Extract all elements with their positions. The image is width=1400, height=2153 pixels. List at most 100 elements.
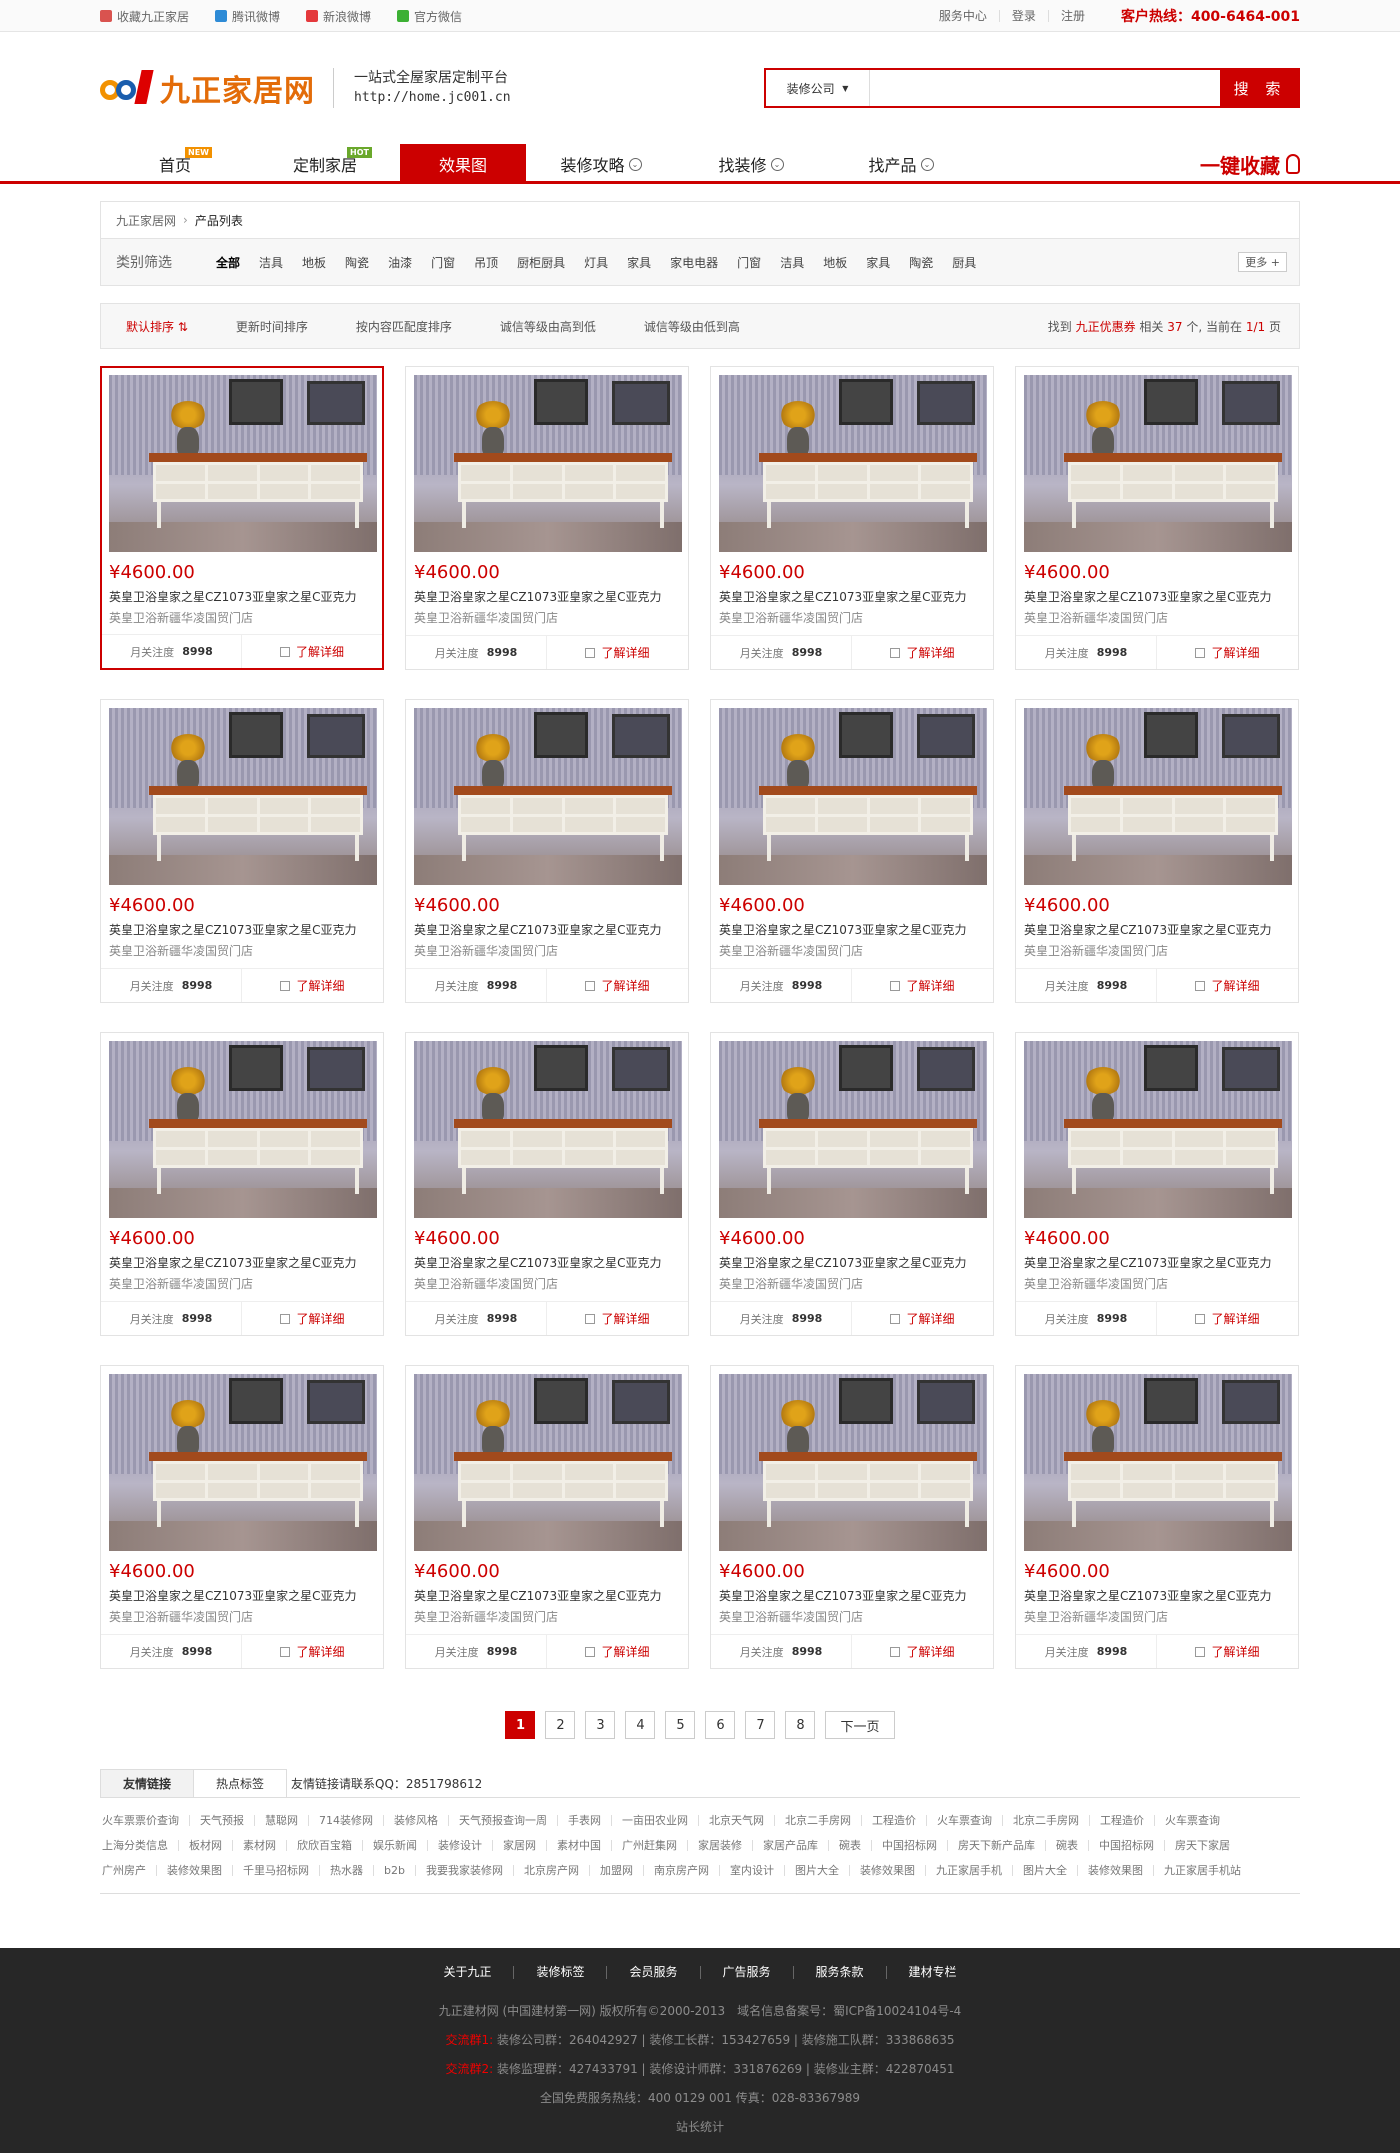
filter-item[interactable]: 门窗 bbox=[431, 254, 455, 271]
detail-button[interactable]: 了解详细 bbox=[1157, 636, 1298, 669]
product-shop[interactable]: 英皇卫浴新疆华凌国贸门店 bbox=[414, 942, 680, 959]
search-button[interactable]: 搜 索 bbox=[1220, 68, 1300, 108]
friend-link[interactable]: 慧聪网 bbox=[255, 1815, 309, 1826]
product-card[interactable]: ¥4600.00 英皇卫浴皇家之星CZ1073亚皇家之星C亚克力 英皇卫浴新疆华凌国… bbox=[100, 1032, 384, 1336]
product-name[interactable]: 英皇卫浴皇家之星CZ1073亚皇家之星C亚克力 bbox=[414, 921, 680, 938]
product-name[interactable]: 英皇卫浴皇家之星CZ1073亚皇家之星C亚克力 bbox=[719, 1587, 985, 1604]
friend-link[interactable]: 碗表 bbox=[1046, 1840, 1089, 1851]
filter-item[interactable]: 厨柜厨具 bbox=[517, 254, 565, 271]
product-name[interactable]: 英皇卫浴皇家之星CZ1073亚皇家之星C亚克力 bbox=[414, 588, 680, 605]
nav-item-3[interactable]: 装修攻略 ⌄ bbox=[526, 144, 676, 184]
register-link[interactable]: 注册 bbox=[1049, 10, 1097, 22]
detail-button[interactable]: 了解详细 bbox=[1157, 1302, 1298, 1335]
sort-option[interactable]: 默认排序 ⇅ bbox=[126, 318, 188, 335]
friend-link[interactable]: 房天下新产品库 bbox=[948, 1840, 1046, 1851]
friend-link[interactable]: 素材中国 bbox=[547, 1840, 612, 1851]
page-button[interactable]: 8 bbox=[785, 1711, 816, 1739]
product-image[interactable] bbox=[414, 708, 682, 885]
detail-button[interactable]: 了解详细 bbox=[1157, 969, 1298, 1002]
product-image[interactable] bbox=[719, 708, 987, 885]
friend-link[interactable]: 上海分类信息 bbox=[102, 1840, 179, 1851]
filter-item[interactable]: 灯具 bbox=[584, 254, 608, 271]
friend-link[interactable]: 火车票查询 bbox=[927, 1815, 1003, 1826]
product-card[interactable]: ¥4600.00 英皇卫浴皇家之星CZ1073亚皇家之星C亚克力 英皇卫浴新疆华凌国… bbox=[405, 366, 689, 670]
product-image[interactable] bbox=[1024, 708, 1292, 885]
friend-link[interactable]: 室内设计 bbox=[720, 1865, 785, 1876]
footer-nav-item[interactable]: 广告服务 bbox=[701, 1966, 794, 1979]
page-button[interactable]: 5 bbox=[665, 1711, 696, 1739]
friend-link[interactable]: 家居网 bbox=[493, 1840, 547, 1851]
filter-item[interactable]: 吊顶 bbox=[474, 254, 498, 271]
product-card[interactable]: ¥4600.00 英皇卫浴皇家之星CZ1073亚皇家之星C亚克力 英皇卫浴新疆华凌国… bbox=[1015, 1365, 1299, 1669]
top-link-1[interactable]: 腾讯微博 bbox=[215, 8, 280, 25]
page-button[interactable]: 3 bbox=[585, 1711, 616, 1739]
search-category-select[interactable]: 装修公司 ▼ bbox=[766, 70, 870, 106]
product-shop[interactable]: 英皇卫浴新疆华凌国贸门店 bbox=[719, 609, 985, 626]
detail-button[interactable]: 了解详细 bbox=[242, 635, 382, 668]
friend-link[interactable]: 北京二手房网 bbox=[775, 1815, 862, 1826]
product-card[interactable]: ¥4600.00 英皇卫浴皇家之星CZ1073亚皇家之星C亚克力 英皇卫浴新疆华凌国… bbox=[405, 1032, 689, 1336]
detail-button[interactable]: 了解详细 bbox=[852, 969, 993, 1002]
favorite-button[interactable]: 一键收藏 bbox=[1200, 150, 1300, 179]
product-name[interactable]: 英皇卫浴皇家之星CZ1073亚皇家之星C亚克力 bbox=[719, 588, 985, 605]
page-button[interactable]: 6 bbox=[705, 1711, 736, 1739]
product-shop[interactable]: 英皇卫浴新疆华凌国贸门店 bbox=[109, 1608, 375, 1625]
product-image[interactable] bbox=[719, 375, 987, 552]
product-shop[interactable]: 英皇卫浴新疆华凌国贸门店 bbox=[109, 942, 375, 959]
product-shop[interactable]: 英皇卫浴新疆华凌国贸门店 bbox=[414, 609, 680, 626]
detail-button[interactable]: 了解详细 bbox=[547, 969, 688, 1002]
filter-item[interactable]: 洁具 bbox=[780, 254, 804, 271]
link-tab[interactable]: 友情链接 bbox=[100, 1769, 195, 1797]
friend-link[interactable]: 广州赶集网 bbox=[612, 1840, 688, 1851]
friend-link[interactable]: 手表网 bbox=[558, 1815, 612, 1826]
footer-nav-item[interactable]: 建材专栏 bbox=[887, 1966, 979, 1979]
product-name[interactable]: 英皇卫浴皇家之星CZ1073亚皇家之星C亚克力 bbox=[719, 921, 985, 938]
friend-link[interactable]: b2b bbox=[374, 1865, 416, 1876]
filter-item[interactable]: 洁具 bbox=[259, 254, 283, 271]
footer-nav-item[interactable]: 服务条款 bbox=[794, 1966, 887, 1979]
page-button[interactable]: 1 bbox=[505, 1711, 536, 1739]
friend-link[interactable]: 图片大全 bbox=[1013, 1865, 1078, 1876]
friend-link[interactable]: 九正家居手机 bbox=[926, 1865, 1013, 1876]
friend-link[interactable]: 714装修网 bbox=[309, 1815, 384, 1826]
nav-item-4[interactable]: 找装修 ⌄ bbox=[676, 144, 826, 184]
next-page-button[interactable]: 下一页 bbox=[825, 1711, 895, 1739]
product-name[interactable]: 英皇卫浴皇家之星CZ1073亚皇家之星C亚克力 bbox=[1024, 588, 1290, 605]
product-card[interactable]: ¥4600.00 英皇卫浴皇家之星CZ1073亚皇家之星C亚克力 英皇卫浴新疆华凌国… bbox=[710, 699, 994, 1003]
footer-nav-item[interactable]: 关于九正 bbox=[421, 1966, 515, 1979]
friend-link[interactable]: 我要我家装修网 bbox=[416, 1865, 514, 1876]
page-button[interactable]: 2 bbox=[545, 1711, 576, 1739]
product-card[interactable]: ¥4600.00 英皇卫浴皇家之星CZ1073亚皇家之星C亚克力 英皇卫浴新疆华凌国… bbox=[710, 1032, 994, 1336]
friend-link[interactable]: 九正家居手机站 bbox=[1154, 1865, 1251, 1876]
detail-button[interactable]: 了解详细 bbox=[852, 636, 993, 669]
site-logo[interactable]: 九正家居网 bbox=[100, 66, 315, 110]
product-card[interactable]: ¥4600.00 英皇卫浴皇家之星CZ1073亚皇家之星C亚克力 英皇卫浴新疆华凌国… bbox=[100, 366, 384, 670]
login-link[interactable]: 登录 bbox=[1000, 10, 1049, 22]
friend-link[interactable]: 碗表 bbox=[829, 1840, 872, 1851]
friend-link[interactable]: 火车票查询 bbox=[1155, 1815, 1230, 1826]
product-shop[interactable]: 英皇卫浴新疆华凌国贸门店 bbox=[1024, 942, 1290, 959]
product-image[interactable] bbox=[109, 1041, 377, 1218]
friend-link[interactable]: 天气预报查询一周 bbox=[449, 1815, 558, 1826]
product-shop[interactable]: 英皇卫浴新疆华凌国贸门店 bbox=[109, 609, 375, 626]
filter-item[interactable]: 全部 bbox=[216, 254, 240, 271]
product-shop[interactable]: 英皇卫浴新疆华凌国贸门店 bbox=[719, 1608, 985, 1625]
product-card[interactable]: ¥4600.00 英皇卫浴皇家之星CZ1073亚皇家之星C亚克力 英皇卫浴新疆华凌国… bbox=[710, 366, 994, 670]
nav-item-1[interactable]: 定制家居 HOT bbox=[250, 144, 400, 184]
product-image[interactable] bbox=[414, 375, 682, 552]
friend-link[interactable]: 装修设计 bbox=[428, 1840, 493, 1851]
page-button[interactable]: 4 bbox=[625, 1711, 656, 1739]
breadcrumb-home[interactable]: 九正家居网 bbox=[116, 212, 176, 229]
detail-button[interactable]: 了解详细 bbox=[242, 969, 383, 1002]
product-card[interactable]: ¥4600.00 英皇卫浴皇家之星CZ1073亚皇家之星C亚克力 英皇卫浴新疆华凌国… bbox=[1015, 1032, 1299, 1336]
friend-link[interactable]: 图片大全 bbox=[785, 1865, 850, 1876]
sort-option[interactable]: 更新时间排序 bbox=[236, 318, 308, 335]
stats-link[interactable]: 站长统计 bbox=[0, 2113, 1400, 2142]
product-image[interactable] bbox=[719, 1374, 987, 1551]
friend-link[interactable]: 欣欣百宝箱 bbox=[287, 1840, 363, 1851]
detail-button[interactable]: 了解详细 bbox=[242, 1302, 383, 1335]
footer-nav-item[interactable]: 装修标签 bbox=[514, 1966, 608, 1979]
product-name[interactable]: 英皇卫浴皇家之星CZ1073亚皇家之星C亚克力 bbox=[109, 588, 375, 605]
filter-item[interactable]: 家电电器 bbox=[670, 254, 718, 271]
top-link-0[interactable]: 收藏九正家居 bbox=[100, 8, 189, 25]
